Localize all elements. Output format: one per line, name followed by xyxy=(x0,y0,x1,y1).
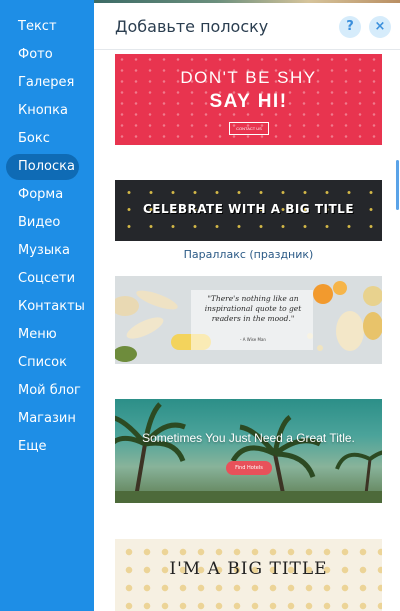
scrollbar-thumb[interactable] xyxy=(396,160,399,210)
sidebar-item-text[interactable]: Текст xyxy=(8,14,80,40)
sidebar-item-button[interactable]: Кнопка xyxy=(8,98,80,124)
help-icon: ? xyxy=(346,19,354,34)
sidebar-item-gallery[interactable]: Галерея xyxy=(8,70,80,96)
close-icon: × xyxy=(374,19,386,34)
sidebar-item-more[interactable]: Еще xyxy=(8,434,80,460)
palm-trees-image xyxy=(115,402,382,503)
strip-subheading: SAY HI! xyxy=(209,91,288,112)
strip-heading: DON'T BE SHY xyxy=(180,68,317,87)
contact-button-preview: CONTACT US xyxy=(229,122,269,135)
sidebar-item-form[interactable]: Форма xyxy=(8,182,80,208)
add-strip-panel: Добавьте полоску ? × DON'T BE SHY SAY HI… xyxy=(94,0,400,611)
sidebar-item-strip[interactable]: Полоска xyxy=(6,154,79,180)
strip-title: CELEBRATE WITH A BIG TITLE xyxy=(142,202,355,216)
sidebar-item-music[interactable]: Музыка xyxy=(8,238,80,264)
strip-title: I'M A BIG TITLE xyxy=(169,559,328,579)
strip-preset-say-hi[interactable]: DON'T BE SHY SAY HI! CONTACT US xyxy=(115,54,382,145)
sidebar-item-social[interactable]: Соцсети xyxy=(8,266,80,292)
sidebar-item-contacts[interactable]: Контакты xyxy=(8,294,85,320)
sidebar-item-menu[interactable]: Меню xyxy=(8,322,80,348)
strip-title: Sometimes You Just Need a Great Title. xyxy=(142,431,355,445)
sidebar-item-blog[interactable]: Мой блог xyxy=(8,378,81,404)
panel-title: Добавьте полоску xyxy=(115,17,269,36)
strip-preset-great-title[interactable]: Sometimes You Just Need a Great Title. F… xyxy=(115,399,382,503)
sidebar-item-photo[interactable]: Фото xyxy=(8,42,80,68)
sidebar-item-box[interactable]: Бокс xyxy=(8,126,80,152)
quote-author: - A Wise Man xyxy=(240,337,266,342)
strip-preset-big-title[interactable]: I'M A BIG TITLE xyxy=(115,539,382,611)
sidebar-item-video[interactable]: Видео xyxy=(8,210,80,236)
strip-preset-quote[interactable]: "There's nothing like an inspirational q… xyxy=(115,276,382,364)
sidebar-item-store[interactable]: Магазин xyxy=(8,406,80,432)
help-button[interactable]: ? xyxy=(339,16,361,38)
strip-caption: Параллакс (праздник) xyxy=(183,248,314,261)
panel-header: Добавьте полоску ? × xyxy=(94,3,400,50)
quote-text: "There's nothing like an inspirational q… xyxy=(204,294,302,323)
sidebar-item-list[interactable]: Список xyxy=(8,350,80,376)
sidebar: Текст Фото Галерея Кнопка Бокс Полоска Ф… xyxy=(0,0,94,611)
strip-preset-celebrate[interactable]: CELEBRATE WITH A BIG TITLE xyxy=(115,180,382,241)
find-hotels-button-preview: Find Hotels xyxy=(226,461,272,475)
close-button[interactable]: × xyxy=(369,16,391,38)
